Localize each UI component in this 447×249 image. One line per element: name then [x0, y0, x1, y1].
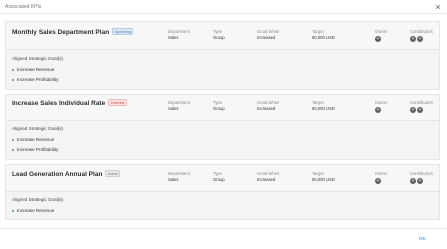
owner-label: Owner — [375, 100, 388, 105]
goals-heading: Aligned Strategic Goal(s) — [12, 197, 64, 202]
contributor-avatar-icon[interactable] — [416, 35, 423, 42]
goals-heading: Aligned Strategic Goal(s) — [12, 56, 64, 61]
type-field: Type Group — [213, 29, 225, 40]
contributor-avatar-icon[interactable] — [416, 106, 423, 113]
goal-item[interactable]: Increase Profitability — [12, 147, 59, 152]
good-when-field: Good When Increased — [257, 100, 279, 111]
owner-label: Owner — [375, 171, 388, 176]
target-value: 50,000 USD — [312, 176, 335, 182]
contributors-field: Contributors — [410, 100, 433, 114]
department-value: Sales — [168, 176, 179, 182]
goal-label: Increase Revenue — [17, 67, 55, 72]
goal-label: Increase Revenue — [17, 208, 55, 213]
target-value: 50,000 USD — [312, 105, 335, 111]
type-value: Group — [213, 176, 225, 182]
dialog-header: Associated KPIs × — [0, 0, 447, 14]
bullet-icon — [12, 138, 15, 141]
status-badge: Upcoming — [112, 28, 134, 35]
contributor-avatar-icon[interactable] — [410, 106, 416, 113]
close-icon[interactable]: × — [433, 2, 443, 12]
department-label: Department — [168, 100, 190, 105]
kpi-name: Monthly Sales Department Plan Upcoming — [12, 28, 134, 37]
status-badge: Overdue — [108, 99, 128, 106]
department-field: Department Sales — [168, 171, 190, 182]
kpi-card: Increase Sales Individual Rate Overdue De… — [5, 94, 440, 160]
contributors-field: Contributors — [410, 29, 433, 43]
owner-avatar-icon[interactable] — [375, 106, 381, 113]
owner-field: Owner — [375, 29, 387, 43]
goal-label: Increase Profitability — [17, 147, 59, 152]
owner-field: Owner — [375, 171, 387, 185]
good-when-label: Good When — [257, 29, 280, 34]
target-value: 50,000 USD — [312, 34, 335, 40]
kpi-name: Lead Generation Annual Plan Active — [12, 170, 121, 179]
kpi-name-text: Monthly Sales Department Plan — [12, 29, 110, 37]
bullet-icon — [12, 78, 15, 81]
type-value: Group — [213, 105, 225, 111]
department-value: Sales — [168, 34, 179, 40]
good-when-field: Good When Increased — [257, 29, 279, 40]
good-when-label: Good When — [257, 100, 280, 105]
contributor-avatar-icon[interactable] — [410, 35, 416, 42]
goal-item[interactable]: Increase Revenue — [12, 208, 55, 213]
contributors-label: Contributors — [410, 100, 433, 105]
status-badge: Active — [105, 170, 121, 177]
department-label: Department — [168, 29, 190, 34]
kpi-name: Increase Sales Individual Rate Overdue — [12, 99, 128, 108]
target-field: Target 50,000 USD — [312, 171, 335, 182]
goal-item[interactable]: Increase Profitability — [12, 77, 59, 82]
owner-avatar-icon[interactable] — [375, 177, 381, 184]
target-field: Target 50,000 USD — [312, 29, 335, 40]
contributors-label: Contributors — [410, 29, 433, 34]
bullet-icon — [12, 209, 15, 212]
dialog-footer: OK — [0, 228, 447, 249]
good-when-field: Good When Increased — [257, 171, 279, 182]
good-when-value: Increased — [257, 105, 276, 111]
owner-avatar-icon[interactable] — [375, 35, 381, 42]
ok-button[interactable]: OK — [419, 236, 426, 241]
goals-heading: Aligned Strategic Goal(s) — [12, 126, 64, 131]
contributor-avatar-icon[interactable] — [410, 177, 416, 184]
kpi-name-text: Lead Generation Annual Plan — [12, 171, 103, 179]
type-value: Group — [213, 34, 225, 40]
owner-field: Owner — [375, 100, 387, 114]
owner-label: Owner — [375, 29, 388, 34]
goal-item[interactable]: Increase Revenue — [12, 67, 55, 72]
target-field: Target 50,000 USD — [312, 100, 335, 111]
goal-label: Increase Revenue — [17, 137, 55, 142]
department-field: Department Sales — [168, 29, 190, 40]
goal-label: Increase Profitability — [17, 77, 59, 82]
department-field: Department Sales — [168, 100, 190, 111]
contributors-label: Contributors — [410, 171, 433, 176]
kpi-card: Lead Generation Annual Plan Active Depart… — [5, 164, 440, 220]
contributors-field: Contributors — [410, 171, 433, 185]
good-when-value: Increased — [257, 34, 276, 40]
type-field: Type Group — [213, 171, 225, 182]
contributor-avatar-icon[interactable] — [416, 177, 423, 184]
kpi-name-text: Increase Sales Individual Rate — [12, 100, 106, 108]
bullet-icon — [12, 68, 15, 71]
dialog-title: Associated KPIs — [5, 4, 42, 10]
bullet-icon — [12, 148, 15, 151]
good-when-label: Good When — [257, 171, 280, 176]
goal-item[interactable]: Increase Revenue — [12, 137, 55, 142]
good-when-value: Increased — [257, 176, 276, 182]
department-label: Department — [168, 171, 190, 176]
type-field: Type Group — [213, 100, 225, 111]
department-value: Sales — [168, 105, 179, 111]
associated-kpis-dialog: Associated KPIs × Monthly Sales Departme… — [0, 0, 447, 249]
kpi-card: Monthly Sales Department Plan Upcoming De… — [5, 21, 440, 90]
